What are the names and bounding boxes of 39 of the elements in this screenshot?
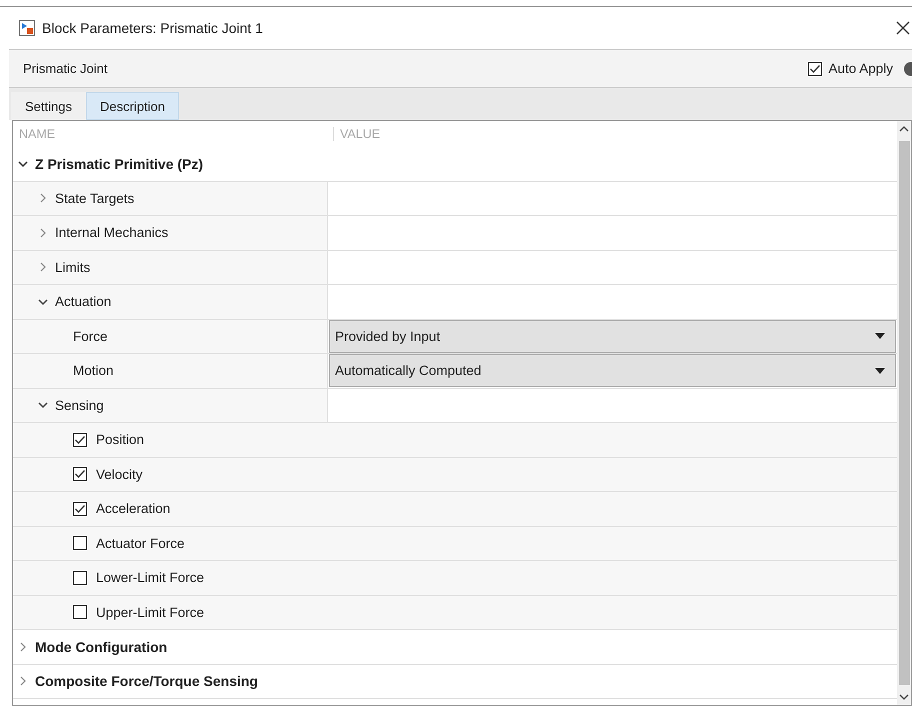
- checkbox-label[interactable]: Upper-Limit Force: [96, 604, 204, 620]
- caret-icon: [875, 333, 885, 340]
- tab[interactable]: Description: [86, 92, 180, 120]
- scrollbar[interactable]: [897, 121, 911, 705]
- tree-item-label: Limits: [55, 260, 90, 275]
- tree-item-label: Sensing: [55, 398, 104, 413]
- column-header: VALUE: [339, 127, 380, 141]
- tab[interactable]: Settings: [11, 92, 86, 120]
- dropdown[interactable]: Automatically Computed: [329, 354, 896, 388]
- parameter-label: Motion: [73, 363, 114, 378]
- tree-item-label: Internal Mechanics: [55, 225, 168, 240]
- tree-item-label: State Targets: [55, 190, 134, 206]
- tree-item-label: Mode Configuration: [35, 638, 168, 655]
- scroll-down-icon[interactable]: [899, 693, 909, 701]
- checkbox[interactable]: [73, 467, 87, 482]
- checkbox[interactable]: [73, 570, 87, 585]
- scroll-up-icon[interactable]: [899, 125, 909, 133]
- dropdown[interactable]: Provided by Input: [329, 320, 896, 353]
- caret-icon: [875, 368, 885, 374]
- checkbox-label[interactable]: Position: [96, 432, 144, 448]
- tree-item-label: Composite Force/Torque Sensing: [35, 673, 258, 690]
- checkbox-label[interactable]: Velocity: [96, 466, 143, 482]
- checkbox[interactable]: [808, 62, 822, 76]
- checkbox-label[interactable]: Acceleration: [96, 501, 170, 516]
- checkbox[interactable]: [73, 605, 87, 620]
- tree-item-label: Z Prismatic Primitive (Pz): [35, 156, 204, 172]
- close-icon[interactable]: [896, 21, 910, 35]
- block-icon: [19, 20, 35, 36]
- block-name: Prismatic Joint: [23, 61, 108, 76]
- checkbox[interactable]: [73, 502, 87, 516]
- window-title: Block Parameters: Prismatic Joint 1: [42, 20, 263, 36]
- checkbox[interactable]: [73, 432, 87, 447]
- column-header: NAME: [13, 127, 334, 141]
- tree-item-label: Actuation: [55, 294, 112, 310]
- checkbox-label[interactable]: Actuator Force: [96, 536, 185, 551]
- parameter-label: Force: [73, 328, 108, 344]
- checkbox-label[interactable]: Lower-Limit Force: [96, 570, 204, 586]
- checkbox-label[interactable]: Auto Apply: [828, 61, 893, 76]
- checkbox[interactable]: [73, 536, 87, 550]
